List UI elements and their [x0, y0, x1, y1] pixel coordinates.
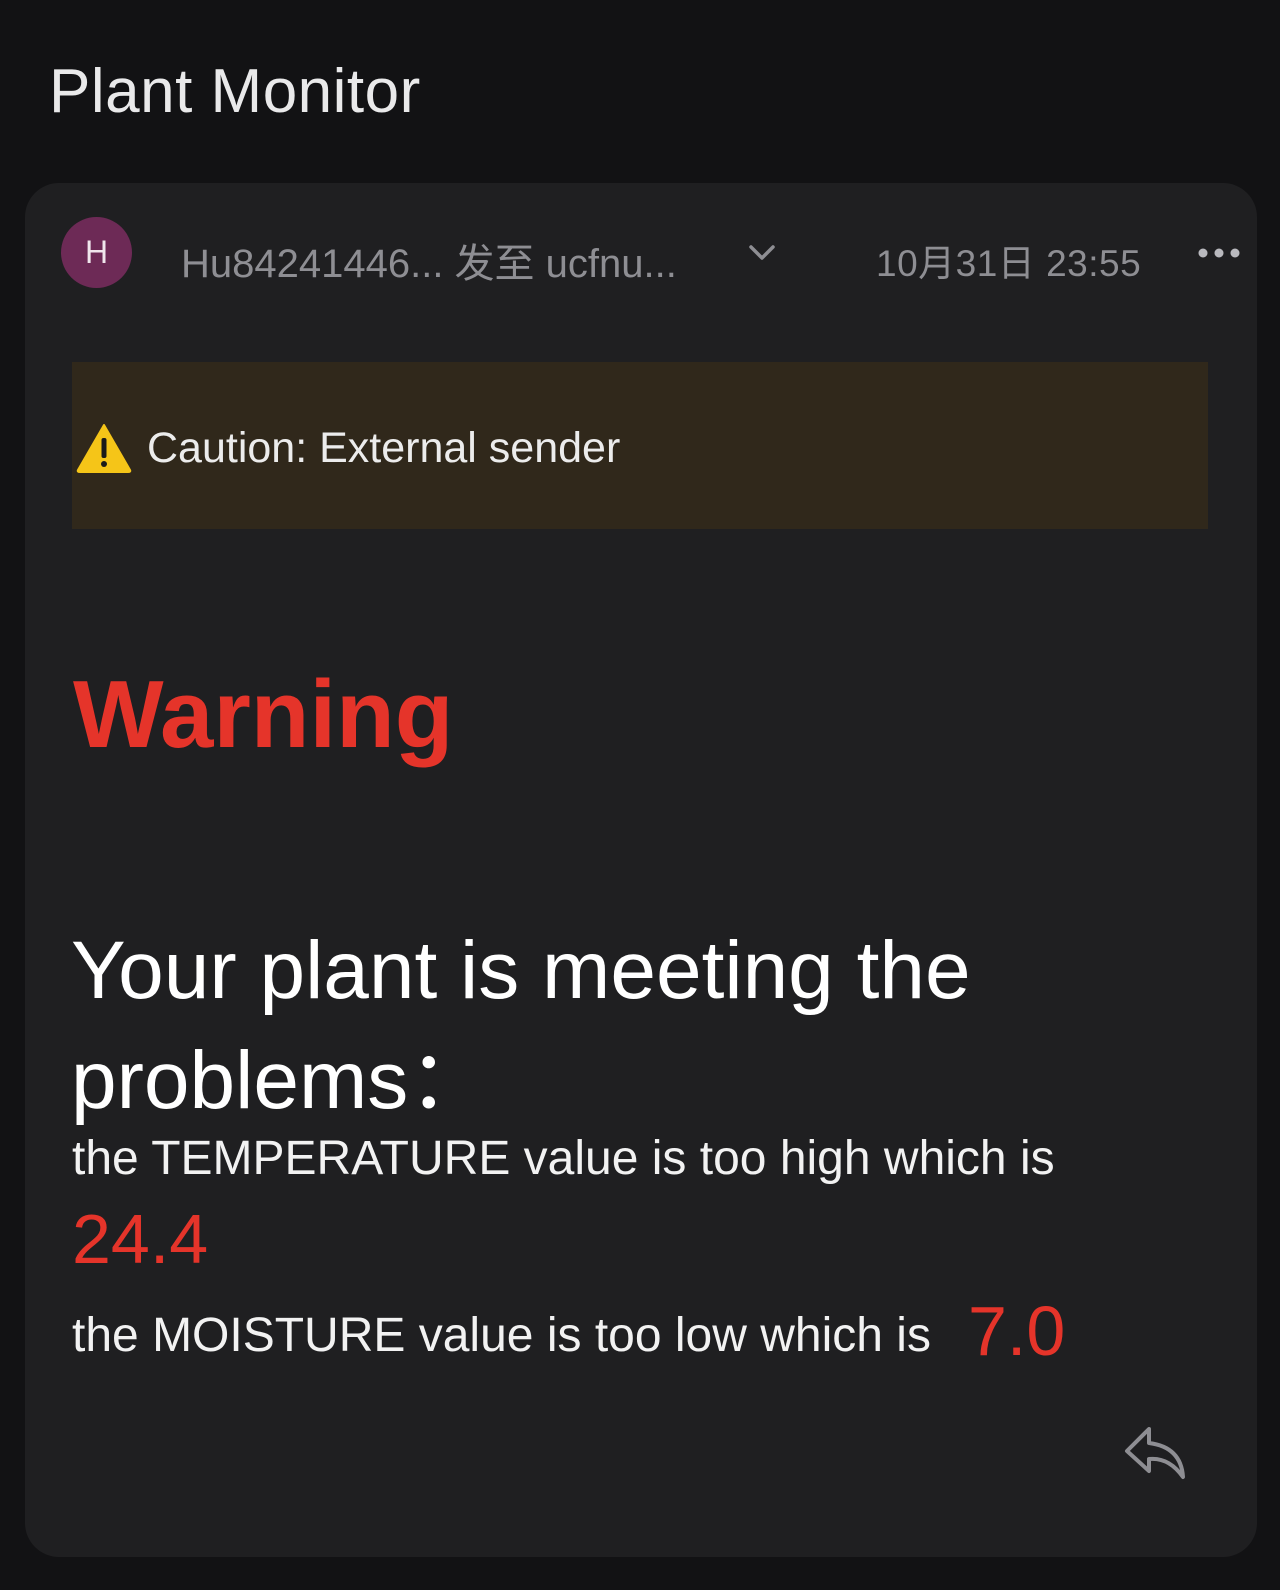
problems-heading: Your plant is meeting the problems： — [71, 925, 971, 1126]
temperature-value: 24.4 — [72, 1200, 209, 1278]
caution-banner: Caution: External sender — [72, 362, 1208, 529]
moisture-value: 7.0 — [968, 1292, 1066, 1370]
moisture-line: the MOISTURE value is too low which is — [72, 1309, 931, 1362]
reply-icon[interactable] — [1121, 1423, 1189, 1483]
more-icon[interactable] — [1197, 241, 1241, 265]
warning-heading: Warning — [73, 661, 454, 768]
email-date: 10月31日 23:55 — [876, 243, 1142, 284]
caution-text: Caution: External sender — [147, 424, 621, 472]
page-title: Plant Monitor — [49, 57, 421, 126]
email-card: H Hu84241446... 发至 ucfnu... 10月31日 23:55… — [25, 183, 1257, 1557]
avatar[interactable]: H — [61, 217, 132, 288]
chevron-down-icon[interactable] — [747, 239, 777, 267]
email-header: H Hu84241446... 发至 ucfnu... 10月31日 23:55 — [61, 217, 1241, 289]
warning-triangle-icon — [76, 424, 132, 473]
temperature-line: the TEMPERATURE value is too high which … — [72, 1132, 1055, 1185]
sender-recipient-line[interactable]: Hu84241446... 发至 ucfnu... — [181, 231, 677, 289]
